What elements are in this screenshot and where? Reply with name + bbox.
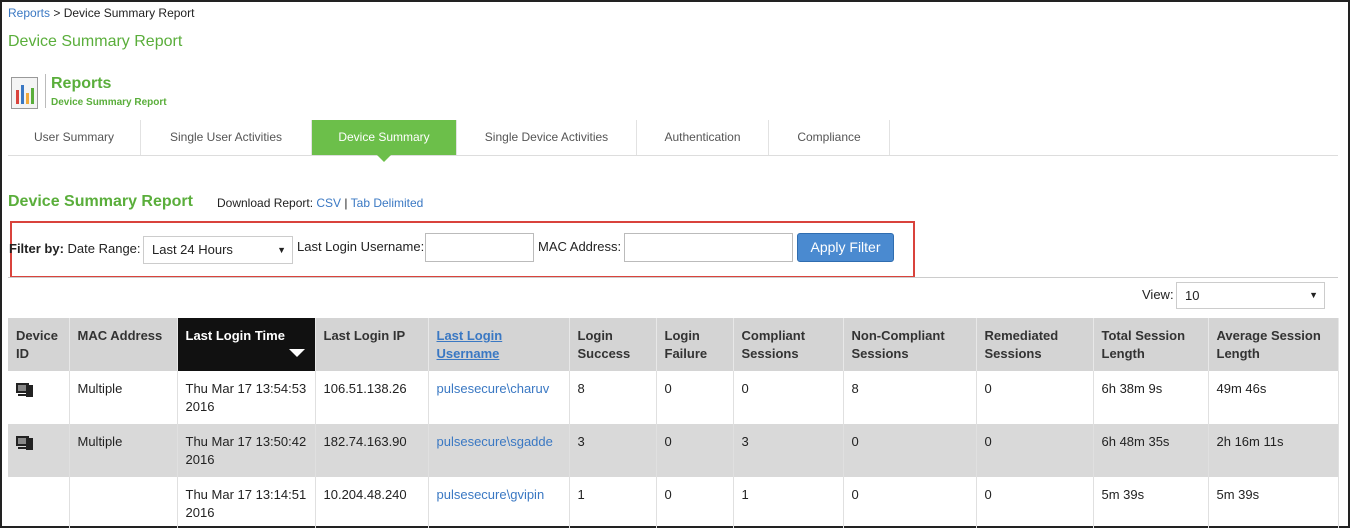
login-failure-cell: 0 [656, 424, 734, 477]
report-tabs: User Summary Single User Activities Devi… [8, 120, 1338, 162]
column-header-remediated-sessions[interactable]: Remediated Sessions [976, 318, 1094, 371]
section-title: Device Summary Report [8, 193, 193, 210]
reports-chart-icon [11, 77, 38, 109]
compliant-cell: 0 [733, 371, 844, 424]
table-row[interactable]: Thu Mar 17 13:14:51 2016 10.204.48.240 p… [8, 477, 1339, 528]
tab-single-user-activities[interactable]: Single User Activities [141, 120, 312, 155]
column-header-last-login-username[interactable]: Last Login Username [428, 318, 570, 371]
average-length-cell: 49m 46s [1208, 371, 1339, 424]
non-compliant-cell: 0 [843, 477, 977, 528]
date-range-label: Date Range: [63, 241, 141, 256]
column-header-last-login-ip[interactable]: Last Login IP [315, 318, 429, 371]
average-length-cell: 5m 39s [1208, 477, 1339, 528]
login-success-cell: 8 [569, 371, 657, 424]
ip-cell: 10.204.48.240 [315, 477, 429, 528]
column-header-total-session-length[interactable]: Total Session Length [1093, 318, 1209, 371]
username-link[interactable]: pulsesecure\charuv [428, 371, 570, 424]
column-header-non-compliant-sessions[interactable]: Non-Compliant Sessions [843, 318, 977, 371]
reports-header-subtitle: Device Summary Report [51, 97, 167, 108]
compliant-cell: 3 [733, 424, 844, 477]
column-header-login-success[interactable]: Login Success [569, 318, 657, 371]
column-header-last-login-time[interactable]: Last Login Time [177, 318, 316, 371]
device-id-cell [8, 424, 70, 477]
username-link[interactable]: pulsesecure\gvipin [428, 477, 570, 528]
non-compliant-cell: 8 [843, 371, 977, 424]
filter-by-label: Filter by: [9, 241, 64, 256]
remediated-cell: 0 [976, 371, 1094, 424]
column-header-link[interactable]: Last Login Username [437, 328, 503, 361]
mac-cell: Multiple [69, 371, 178, 424]
column-header-device-id[interactable]: Device ID [8, 318, 70, 371]
filter-label: Filter by: Date Range: [9, 241, 141, 256]
device-id-cell [8, 477, 70, 528]
time-cell: Thu Mar 17 13:14:51 2016 [177, 477, 316, 528]
tab-authentication[interactable]: Authentication [637, 120, 769, 155]
download-label: Download Report: [217, 196, 317, 210]
login-failure-cell: 0 [656, 477, 734, 528]
username-input[interactable] [425, 233, 534, 262]
breadcrumb: Reports > Device Summary Report [8, 6, 194, 20]
apply-filter-button[interactable]: Apply Filter [797, 233, 894, 262]
section-divider [8, 277, 1338, 278]
reports-header-title: Reports [51, 75, 112, 92]
device-id-cell [8, 371, 70, 424]
compliant-cell: 1 [733, 477, 844, 528]
total-length-cell: 5m 39s [1093, 477, 1209, 528]
remediated-cell: 0 [976, 477, 1094, 528]
ip-cell: 182.74.163.90 [315, 424, 429, 477]
column-header-average-session-length[interactable]: Average Session Length [1208, 318, 1339, 371]
remediated-cell: 0 [976, 424, 1094, 477]
tab-single-device-activities[interactable]: Single Device Activities [457, 120, 637, 155]
table-row[interactable]: Multiple Thu Mar 17 13:50:42 2016 182.74… [8, 424, 1339, 477]
breadcrumb-link-reports[interactable]: Reports [8, 6, 50, 20]
column-header-login-failure[interactable]: Login Failure [656, 318, 734, 371]
column-header-compliant-sessions[interactable]: Compliant Sessions [733, 318, 844, 371]
tab-compliance[interactable]: Compliance [769, 120, 890, 155]
login-failure-cell: 0 [656, 371, 734, 424]
header-divider [45, 74, 46, 108]
download-separator: | [341, 196, 351, 210]
computer-icon[interactable] [16, 383, 34, 397]
table-header-row: Device ID MAC Address Last Login Time La… [8, 318, 1339, 371]
total-length-cell: 6h 48m 35s [1093, 424, 1209, 477]
download-tab-delimited-link[interactable]: Tab Delimited [351, 196, 424, 210]
time-cell: Thu Mar 17 13:54:53 2016 [177, 371, 316, 424]
login-success-cell: 1 [569, 477, 657, 528]
tab-device-summary[interactable]: Device Summary [312, 120, 457, 162]
non-compliant-cell: 0 [843, 424, 977, 477]
date-range-select[interactable]: Last 24 Hours ▼ [143, 236, 293, 264]
view-count-select[interactable]: 10 ▼ [1176, 282, 1325, 309]
mac-address-label: MAC Address: [538, 239, 622, 254]
username-label: Last Login Username: [297, 239, 425, 254]
download-csv-link[interactable]: CSV [316, 196, 341, 210]
chevron-down-icon: ▼ [1309, 290, 1318, 300]
time-cell: Thu Mar 17 13:50:42 2016 [177, 424, 316, 477]
page-title: Device Summary Report [8, 33, 183, 50]
username-link[interactable]: pulsesecure\sgadde [428, 424, 570, 477]
column-header-mac-address[interactable]: MAC Address [69, 318, 178, 371]
view-count-value: 10 [1185, 288, 1200, 303]
date-range-value: Last 24 Hours [152, 242, 233, 257]
chevron-down-icon: ▼ [277, 245, 286, 255]
breadcrumb-separator: > [50, 6, 64, 20]
tab-user-summary[interactable]: User Summary [8, 120, 141, 155]
view-label: View: [1142, 287, 1174, 302]
mac-cell [69, 477, 178, 528]
average-length-cell: 2h 16m 11s [1208, 424, 1339, 477]
mac-cell: Multiple [69, 424, 178, 477]
total-length-cell: 6h 38m 9s [1093, 371, 1209, 424]
mac-address-input[interactable] [624, 233, 793, 262]
breadcrumb-current: Device Summary Report [63, 6, 195, 20]
ip-cell: 106.51.138.26 [315, 371, 429, 424]
download-report: Download Report: CSV | Tab Delimited [217, 196, 423, 210]
column-header-label: Last Login Time [185, 328, 285, 343]
computer-icon[interactable] [16, 436, 34, 450]
table-row[interactable]: Multiple Thu Mar 17 13:54:53 2016 106.51… [8, 371, 1339, 424]
sort-descending-icon [288, 349, 305, 357]
login-success-cell: 3 [569, 424, 657, 477]
device-summary-table: Device ID MAC Address Last Login Time La… [8, 318, 1339, 528]
